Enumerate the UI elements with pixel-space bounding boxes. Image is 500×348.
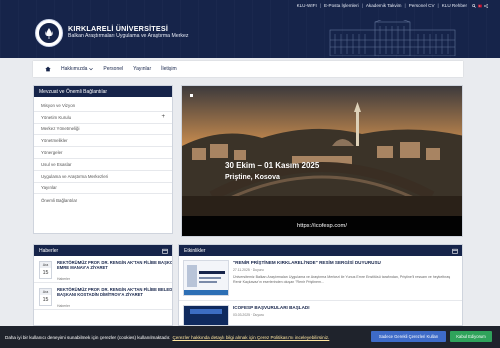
events-title: Etkinlikler	[184, 247, 206, 254]
topbar-separator: |	[361, 3, 363, 8]
language-icon[interactable]	[478, 4, 482, 8]
accept-cookies-button[interactable]: Kabul Ediyorum	[450, 331, 492, 342]
sidebar-item-research-centers[interactable]: Uygulama ve Araştırma Merkezleri	[34, 171, 172, 183]
news-panel: Haberler Ara 15 REKTÖRÜMÜZ PROF. DR. REN…	[33, 244, 173, 326]
topbar-separator: |	[437, 3, 439, 8]
logo-emblem	[38, 22, 60, 44]
event-thumbnail[interactable]	[183, 260, 229, 296]
expand-plus-icon[interactable]: +	[161, 114, 165, 120]
slider-indicator[interactable]	[190, 94, 193, 97]
sidebar-item-label: Yönetmelikler	[41, 138, 68, 144]
nav-item-staff[interactable]: Personel	[103, 66, 123, 72]
prizren-city-photo	[182, 86, 462, 216]
event-meta: 03.03.2025 · Duyuru	[233, 313, 264, 317]
event-description: Üniversitemiz Balkan Araştırmaları Uygul…	[233, 275, 451, 284]
university-name[interactable]: KIRKLARELİ ÜNİVERSİTESİ	[68, 24, 168, 33]
news-day: 15	[42, 297, 49, 303]
sidebar-item-directives[interactable]: Yönergeler	[34, 147, 172, 159]
site-header: KLU-WIFI | E-Posta İşlemleri | Akademik Ta…	[0, 0, 500, 58]
news-title: Haberler	[39, 247, 59, 254]
nav-item-about-label: Hakkımızda	[61, 66, 88, 72]
event-item[interactable]: "RENİR PRİŞTİNEM KIRKLARELİ'NDE" RESİM S…	[179, 256, 462, 301]
news-date: Ara 15	[39, 288, 52, 306]
nav-item-publications[interactable]: Yayınlar	[133, 66, 151, 72]
topbar-separator: |	[404, 3, 406, 8]
event-title[interactable]: ICOFESP BAŞVURULARI BAŞLADI	[233, 305, 309, 310]
news-header: Haberler	[34, 245, 172, 256]
news-day: 15	[42, 270, 49, 276]
sidebar-item-label: Uygulama ve Araştırma Merkezleri	[41, 173, 109, 179]
events-header: Etkinlikler	[179, 245, 462, 256]
news-item-title[interactable]: REKTÖRÜMÜZ PROF. DR. RENGİN AK'TAN FİLİB…	[57, 287, 172, 297]
calendar-icon[interactable]	[452, 248, 458, 254]
sidebar-item-label: Merkez Yönetmeliği	[41, 126, 80, 132]
main-navbar: Hakkımızda Personel Yayınlar İletişim	[33, 61, 463, 77]
news-item[interactable]: Ara 15 REKTÖRÜMÜZ PROF. DR. RENGİN AK'TA…	[34, 256, 172, 283]
event-thumbnail[interactable]	[183, 305, 229, 325]
topbar-link-wifi[interactable]: KLU-WIFI	[297, 3, 317, 8]
sidebar-list: Misyon ve Vizyon Yönetim Kurulu + Merkez …	[34, 97, 172, 206]
hero-slider[interactable]: 30 Ekim – 01 Kasım 2025 Priştine, Kosova…	[181, 85, 463, 237]
topbar-link-email[interactable]: E-Posta İşlemleri	[324, 3, 359, 8]
cookie-text: Daha iyi bir kullanıcı deneyimi sunabilm…	[5, 334, 171, 340]
tulip-emblem-icon	[45, 28, 53, 39]
sidebar-item-label: Usul ve Esaslar	[41, 161, 72, 167]
topbar-link-cv[interactable]: Personel CV	[409, 3, 435, 8]
sidebar-header: Mevzuat ve Önemli Bağlantılar	[34, 86, 172, 97]
sidebar-item-procedures[interactable]: Usul ve Esaslar	[34, 159, 172, 171]
topbar-separator: |	[319, 3, 321, 8]
icofesp-banner-image	[184, 306, 228, 325]
home-icon[interactable]	[45, 66, 51, 72]
news-item-title[interactable]: REKTÖRÜMÜZ PROF. DR. RENGİN AK'TAN FİLİB…	[57, 260, 172, 270]
topbar-link-guide[interactable]: KLU Rehber	[442, 3, 467, 8]
sidebar-item-label: Yönetim Kurulu	[41, 114, 72, 120]
exhibition-poster-image	[184, 261, 228, 295]
sidebar-item-label: Yönergeler	[41, 150, 63, 156]
news-item[interactable]: Ara 15 REKTÖRÜMÜZ PROF. DR. RENGİN AK'TA…	[34, 283, 172, 310]
news-item-meta: Haberler	[57, 304, 71, 308]
event-meta: 27.11.2025 · Duyuru	[233, 268, 264, 272]
nav-item-about[interactable]: Hakkımızda	[61, 66, 94, 72]
events-panel: Etkinlikler "RENİR PRİŞTİNEM KIRKLARELİ'…	[178, 244, 463, 326]
nav-item-contact[interactable]: İletişim	[161, 66, 177, 72]
calendar-icon[interactable]	[162, 248, 168, 254]
essential-cookies-button[interactable]: Sadece Gerekli Çerezleri Kullan	[371, 331, 446, 342]
sidebar-title: Mevzuat ve Önemli Bağlantılar	[39, 88, 108, 95]
center-name: Balkan Araştırmaları Uygulama ve Araştır…	[68, 33, 189, 39]
campus-building-illustration	[329, 20, 456, 56]
sidebar-item-label: Yayınlar	[41, 185, 57, 191]
top-links: KLU-WIFI | E-Posta İşlemleri | Akademik Ta…	[297, 3, 488, 8]
sidebar-item-center-regulation[interactable]: Merkez Yönetmeliği	[34, 124, 172, 136]
sidebar-item-mission[interactable]: Misyon ve Vizyon	[34, 100, 172, 112]
university-logo[interactable]	[35, 19, 63, 47]
chevron-down-icon	[89, 67, 94, 71]
sidebar-item-label: Misyon ve Vizyon	[41, 102, 76, 108]
event-title[interactable]: "RENİR PRİŞTİNEM KIRKLARELİ'NDE" RESİM S…	[233, 260, 381, 265]
cookie-policy-link[interactable]: Çerezler hakkında detaylı bilgi almak iç…	[172, 335, 329, 340]
cookie-consent-bar: Daha iyi bir kullanıcı deneyimi sunabilm…	[0, 326, 500, 348]
sidebar-panel: Mevzuat ve Önemli Bağlantılar Misyon ve …	[33, 85, 173, 234]
share-icon[interactable]	[484, 3, 488, 8]
sidebar-item-label: Önemli Bağlantılar	[41, 197, 78, 203]
sidebar-item-publications[interactable]: Yayınlar	[34, 183, 172, 195]
topbar-link-calendar[interactable]: Akademik Takvim	[366, 3, 402, 8]
slide-subtitle: Priştine, Kosova	[225, 174, 280, 181]
slide-title: 30 Ekim – 01 Kasım 2025	[225, 161, 320, 170]
sidebar-item-board[interactable]: Yönetim Kurulu +	[34, 112, 172, 124]
news-item-meta: Haberler	[57, 277, 71, 281]
sidebar-item-regulations[interactable]: Yönetmelikler	[34, 135, 172, 148]
slide-url[interactable]: https://icofesp.com/	[182, 223, 462, 229]
news-date: Ara 15	[39, 261, 52, 279]
sidebar-item-links[interactable]: Önemli Bağlantılar	[34, 194, 172, 206]
event-item[interactable]: ICOFESP BAŞVURULARI BAŞLADI 03.03.2025 ·…	[179, 301, 462, 325]
search-icon[interactable]	[472, 3, 476, 8]
